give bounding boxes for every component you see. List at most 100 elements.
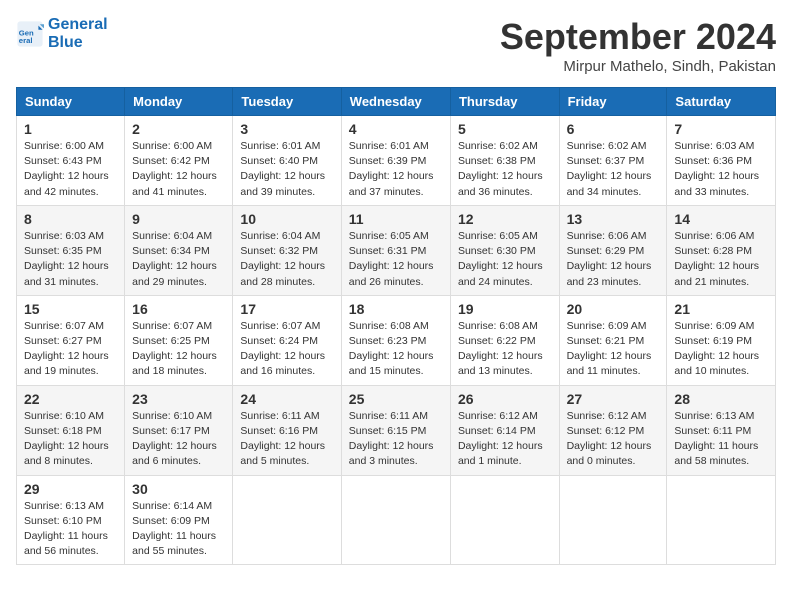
column-header-sunday: Sunday <box>17 88 125 116</box>
calendar-week-4: 22 Sunrise: 6:10 AM Sunset: 6:18 PM Dayl… <box>17 385 776 475</box>
calendar-cell: 25 Sunrise: 6:11 AM Sunset: 6:15 PM Dayl… <box>341 385 450 475</box>
day-number: 3 <box>240 121 333 137</box>
calendar-cell <box>450 475 559 565</box>
calendar-week-5: 29 Sunrise: 6:13 AM Sunset: 6:10 PM Dayl… <box>17 475 776 565</box>
day-info: Sunrise: 6:04 AM Sunset: 6:32 PM Dayligh… <box>240 229 333 290</box>
day-info: Sunrise: 6:07 AM Sunset: 6:24 PM Dayligh… <box>240 319 333 380</box>
day-info: Sunrise: 6:00 AM Sunset: 6:43 PM Dayligh… <box>24 139 117 200</box>
day-number: 25 <box>349 391 443 407</box>
day-number: 10 <box>240 211 333 227</box>
day-number: 29 <box>24 481 117 497</box>
day-info: Sunrise: 6:12 AM Sunset: 6:12 PM Dayligh… <box>567 409 660 470</box>
calendar-cell: 6 Sunrise: 6:02 AM Sunset: 6:37 PM Dayli… <box>559 116 667 206</box>
calendar-cell: 30 Sunrise: 6:14 AM Sunset: 6:09 PM Dayl… <box>125 475 233 565</box>
day-info: Sunrise: 6:00 AM Sunset: 6:42 PM Dayligh… <box>132 139 225 200</box>
column-header-friday: Friday <box>559 88 667 116</box>
day-info: Sunrise: 6:05 AM Sunset: 6:31 PM Dayligh… <box>349 229 443 290</box>
day-info: Sunrise: 6:08 AM Sunset: 6:23 PM Dayligh… <box>349 319 443 380</box>
day-info: Sunrise: 6:07 AM Sunset: 6:25 PM Dayligh… <box>132 319 225 380</box>
column-header-monday: Monday <box>125 88 233 116</box>
day-info: Sunrise: 6:07 AM Sunset: 6:27 PM Dayligh… <box>24 319 117 380</box>
calendar-cell: 26 Sunrise: 6:12 AM Sunset: 6:14 PM Dayl… <box>450 385 559 475</box>
day-number: 12 <box>458 211 552 227</box>
day-info: Sunrise: 6:11 AM Sunset: 6:15 PM Dayligh… <box>349 409 443 470</box>
calendar-cell <box>341 475 450 565</box>
calendar-week-3: 15 Sunrise: 6:07 AM Sunset: 6:27 PM Dayl… <box>17 295 776 385</box>
day-number: 21 <box>674 301 768 317</box>
day-number: 7 <box>674 121 768 137</box>
location: Mirpur Mathelo, Sindh, Pakistan <box>500 58 776 75</box>
calendar-cell: 11 Sunrise: 6:05 AM Sunset: 6:31 PM Dayl… <box>341 205 450 295</box>
day-number: 13 <box>567 211 660 227</box>
page-header: Gen eral General Blue September 2024 Mir… <box>16 16 776 75</box>
day-info: Sunrise: 6:02 AM Sunset: 6:38 PM Dayligh… <box>458 139 552 200</box>
calendar-cell: 15 Sunrise: 6:07 AM Sunset: 6:27 PM Dayl… <box>17 295 125 385</box>
calendar-cell <box>559 475 667 565</box>
day-number: 14 <box>674 211 768 227</box>
day-info: Sunrise: 6:09 AM Sunset: 6:19 PM Dayligh… <box>674 319 768 380</box>
svg-text:eral: eral <box>19 36 33 45</box>
calendar-cell: 17 Sunrise: 6:07 AM Sunset: 6:24 PM Dayl… <box>233 295 341 385</box>
calendar-cell: 18 Sunrise: 6:08 AM Sunset: 6:23 PM Dayl… <box>341 295 450 385</box>
month-title: September 2024 <box>500 16 776 58</box>
calendar-cell: 24 Sunrise: 6:11 AM Sunset: 6:16 PM Dayl… <box>233 385 341 475</box>
day-info: Sunrise: 6:05 AM Sunset: 6:30 PM Dayligh… <box>458 229 552 290</box>
day-number: 19 <box>458 301 552 317</box>
logo-icon: Gen eral <box>16 20 44 48</box>
day-info: Sunrise: 6:04 AM Sunset: 6:34 PM Dayligh… <box>132 229 225 290</box>
calendar-cell: 9 Sunrise: 6:04 AM Sunset: 6:34 PM Dayli… <box>125 205 233 295</box>
calendar-cell: 21 Sunrise: 6:09 AM Sunset: 6:19 PM Dayl… <box>667 295 776 385</box>
day-info: Sunrise: 6:09 AM Sunset: 6:21 PM Dayligh… <box>567 319 660 380</box>
calendar-cell: 7 Sunrise: 6:03 AM Sunset: 6:36 PM Dayli… <box>667 116 776 206</box>
calendar-header-row: SundayMondayTuesdayWednesdayThursdayFrid… <box>17 88 776 116</box>
column-header-saturday: Saturday <box>667 88 776 116</box>
day-number: 1 <box>24 121 117 137</box>
day-number: 5 <box>458 121 552 137</box>
day-number: 6 <box>567 121 660 137</box>
calendar-cell: 19 Sunrise: 6:08 AM Sunset: 6:22 PM Dayl… <box>450 295 559 385</box>
calendar-cell: 27 Sunrise: 6:12 AM Sunset: 6:12 PM Dayl… <box>559 385 667 475</box>
day-number: 26 <box>458 391 552 407</box>
title-block: September 2024 Mirpur Mathelo, Sindh, Pa… <box>500 16 776 75</box>
logo: Gen eral General Blue <box>16 16 108 51</box>
day-number: 24 <box>240 391 333 407</box>
day-info: Sunrise: 6:13 AM Sunset: 6:10 PM Dayligh… <box>24 499 117 560</box>
day-number: 11 <box>349 211 443 227</box>
calendar-cell: 3 Sunrise: 6:01 AM Sunset: 6:40 PM Dayli… <box>233 116 341 206</box>
day-info: Sunrise: 6:10 AM Sunset: 6:17 PM Dayligh… <box>132 409 225 470</box>
calendar-cell: 10 Sunrise: 6:04 AM Sunset: 6:32 PM Dayl… <box>233 205 341 295</box>
day-info: Sunrise: 6:03 AM Sunset: 6:36 PM Dayligh… <box>674 139 768 200</box>
calendar-week-1: 1 Sunrise: 6:00 AM Sunset: 6:43 PM Dayli… <box>17 116 776 206</box>
calendar-cell: 16 Sunrise: 6:07 AM Sunset: 6:25 PM Dayl… <box>125 295 233 385</box>
day-number: 28 <box>674 391 768 407</box>
calendar-cell <box>667 475 776 565</box>
calendar-cell: 4 Sunrise: 6:01 AM Sunset: 6:39 PM Dayli… <box>341 116 450 206</box>
day-info: Sunrise: 6:12 AM Sunset: 6:14 PM Dayligh… <box>458 409 552 470</box>
calendar-cell: 8 Sunrise: 6:03 AM Sunset: 6:35 PM Dayli… <box>17 205 125 295</box>
day-info: Sunrise: 6:02 AM Sunset: 6:37 PM Dayligh… <box>567 139 660 200</box>
day-number: 2 <box>132 121 225 137</box>
day-info: Sunrise: 6:14 AM Sunset: 6:09 PM Dayligh… <box>132 499 225 560</box>
calendar-cell: 20 Sunrise: 6:09 AM Sunset: 6:21 PM Dayl… <box>559 295 667 385</box>
calendar-cell: 14 Sunrise: 6:06 AM Sunset: 6:28 PM Dayl… <box>667 205 776 295</box>
logo-text: General Blue <box>48 16 108 51</box>
day-number: 15 <box>24 301 117 317</box>
day-number: 16 <box>132 301 225 317</box>
day-number: 4 <box>349 121 443 137</box>
day-number: 30 <box>132 481 225 497</box>
calendar-cell: 1 Sunrise: 6:00 AM Sunset: 6:43 PM Dayli… <box>17 116 125 206</box>
day-number: 9 <box>132 211 225 227</box>
day-number: 8 <box>24 211 117 227</box>
calendar-table: SundayMondayTuesdayWednesdayThursdayFrid… <box>16 87 776 565</box>
calendar-week-2: 8 Sunrise: 6:03 AM Sunset: 6:35 PM Dayli… <box>17 205 776 295</box>
day-number: 27 <box>567 391 660 407</box>
day-info: Sunrise: 6:03 AM Sunset: 6:35 PM Dayligh… <box>24 229 117 290</box>
column-header-thursday: Thursday <box>450 88 559 116</box>
calendar-cell: 5 Sunrise: 6:02 AM Sunset: 6:38 PM Dayli… <box>450 116 559 206</box>
calendar-cell: 29 Sunrise: 6:13 AM Sunset: 6:10 PM Dayl… <box>17 475 125 565</box>
calendar-cell: 12 Sunrise: 6:05 AM Sunset: 6:30 PM Dayl… <box>450 205 559 295</box>
calendar-cell: 2 Sunrise: 6:00 AM Sunset: 6:42 PM Dayli… <box>125 116 233 206</box>
day-info: Sunrise: 6:01 AM Sunset: 6:39 PM Dayligh… <box>349 139 443 200</box>
column-header-wednesday: Wednesday <box>341 88 450 116</box>
calendar-cell <box>233 475 341 565</box>
